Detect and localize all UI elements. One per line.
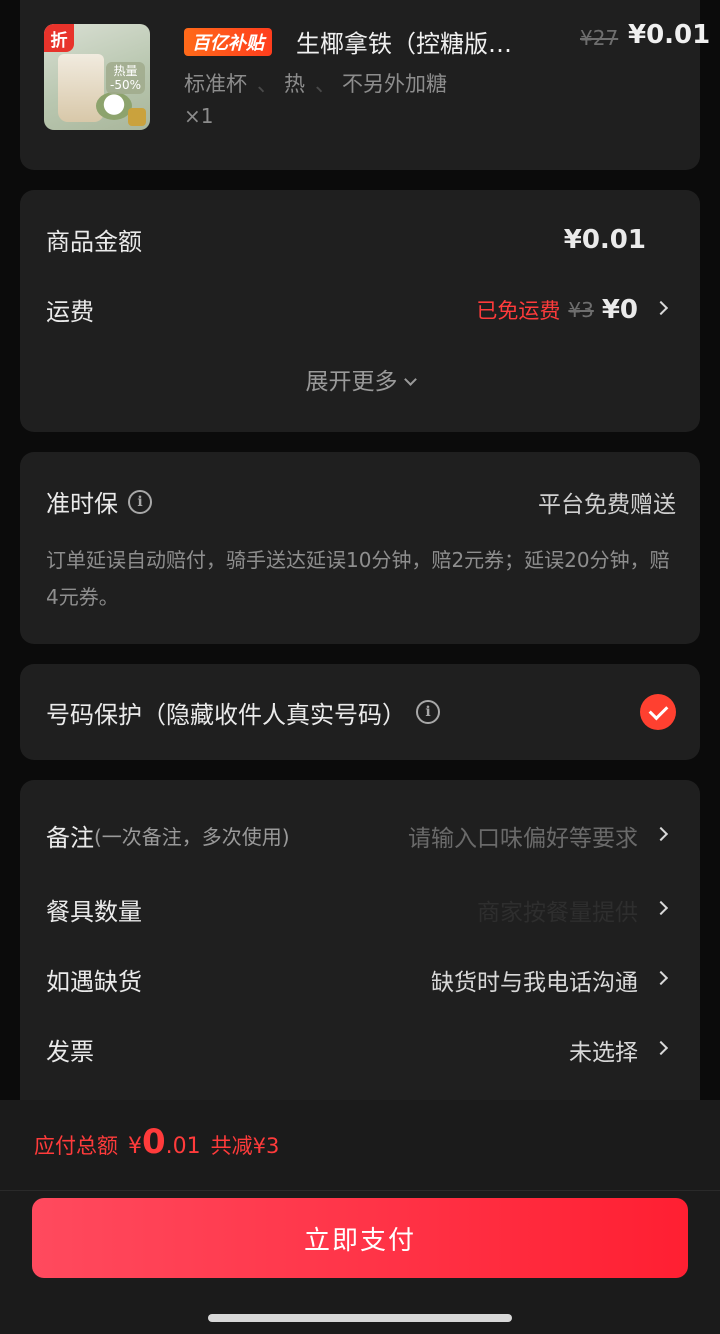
chevron-down-icon — [403, 373, 417, 386]
checkout-bar: 应付总额 ¥ 0 .01 共减¥3 立即支付 — [0, 1100, 720, 1334]
remark-row[interactable]: 备注 (一次备注，多次使用) 请输入口味偏好等要求 — [46, 818, 676, 853]
chevron-right-icon — [653, 900, 669, 915]
total-saved: 共减¥3 — [210, 1134, 280, 1158]
discount-tag: 折 — [44, 24, 74, 52]
ontime-header: 准时保 i 平台免费赠送 — [46, 484, 676, 519]
remark-input[interactable]: 请输入口味偏好等要求 — [408, 819, 638, 853]
total-decimal: .01 — [165, 1134, 201, 1159]
number-protection-label: 号码保护（隐藏收件人真实号码） — [46, 700, 406, 729]
product-name: 生椰拿铁（控糖版… — [296, 30, 512, 58]
info-icon[interactable]: i — [416, 700, 440, 724]
product-thumbnail[interactable]: 热量 -50% 折 — [44, 24, 150, 130]
goods-amount-value: ¥0.01 — [563, 224, 646, 255]
product-specs: 标准杯 热 不另外加糖 — [184, 68, 447, 98]
invoice-value: 未选择 — [569, 1039, 638, 1066]
shipping-original-fee: ¥3 — [568, 297, 594, 322]
total-label: 应付总额 — [34, 1134, 118, 1158]
total-integer: 0 — [142, 1122, 166, 1162]
product-price: ¥0.01 — [628, 20, 711, 50]
ontime-guarantee-card: 准时保 i 平台免费赠送 订单延误自动赔付，骑手送达延误10分钟，赔2元券；延误… — [20, 452, 700, 644]
pay-now-button[interactable]: 立即支付 — [32, 1198, 688, 1278]
goods-amount-label: 商品金额 — [46, 228, 142, 256]
remark-label: 备注 — [46, 824, 94, 852]
cutlery-value: 商家按餐量提供 — [477, 899, 638, 926]
cutlery-row[interactable]: 餐具数量 商家按餐量提供 — [46, 892, 676, 927]
shipping-label: 运费 — [46, 298, 94, 326]
total-amount: 应付总额 ¥ 0 .01 共减¥3 — [34, 1122, 279, 1162]
subsidy-tag: 百亿补贴 — [184, 28, 272, 56]
spec-item: 标准杯 — [184, 72, 247, 96]
home-indicator[interactable] — [208, 1314, 512, 1322]
info-icon[interactable]: i — [128, 489, 152, 514]
order-confirm-page: 热量 -50% 折 百亿补贴 生椰拿铁（控糖版… ¥27 ¥0.01 标准杯 热… — [0, 0, 720, 1334]
stockout-row[interactable]: 如遇缺货 缺货时与我电话沟通 — [46, 962, 676, 997]
stockout-value: 缺货时与我电话沟通 — [431, 969, 638, 996]
total-currency: ¥ — [128, 1134, 142, 1159]
chevron-right-icon — [653, 1040, 669, 1055]
coconut-image — [96, 92, 132, 120]
spec-item: 热 — [257, 68, 305, 98]
stockout-label: 如遇缺货 — [46, 968, 142, 996]
shipping-row[interactable]: 运费 已免运费 ¥3 ¥0 — [46, 292, 676, 327]
options-card: 备注 (一次备注，多次使用) 请输入口味偏好等要求 餐具数量 商家按餐量提供 如… — [20, 780, 700, 1120]
calorie-badge: 热量 -50% — [106, 62, 146, 94]
chevron-right-icon — [653, 826, 669, 841]
product-original-price: ¥27 — [580, 26, 619, 50]
product-quantity: ×1 — [184, 104, 214, 128]
divider — [0, 1190, 720, 1191]
shipping-free-text: 已免运费 — [476, 298, 561, 323]
chevron-right-icon — [653, 970, 669, 985]
cutlery-label: 餐具数量 — [46, 898, 142, 926]
invoice-row[interactable]: 发票 未选择 — [46, 1032, 676, 1067]
ontime-free-gift: 平台免费赠送 — [538, 491, 676, 518]
number-protection-row: 号码保护（隐藏收件人真实号码） i — [46, 694, 676, 730]
brand-mark-icon — [128, 108, 146, 126]
invoice-label: 发票 — [46, 1038, 94, 1066]
expand-more-label: 展开更多 — [305, 369, 398, 395]
goods-amount-row: 商品金额 ¥0.01 — [46, 222, 676, 257]
chevron-right-icon — [653, 300, 669, 315]
expand-more-button[interactable]: 展开更多 — [0, 362, 720, 396]
shipping-fee-value: ¥0 — [601, 294, 638, 325]
checkbox-checked-icon[interactable] — [640, 694, 676, 730]
ontime-title: 准时保 — [46, 490, 118, 518]
ontime-description: 订单延误自动赔付，骑手送达延误10分钟，赔2元券；延误20分钟，赔4元券。 — [46, 548, 670, 609]
product-card[interactable]: 热量 -50% 折 百亿补贴 生椰拿铁（控糖版… ¥27 ¥0.01 标准杯 热… — [20, 0, 710, 170]
number-protection-card[interactable]: 号码保护（隐藏收件人真实号码） i — [20, 664, 700, 760]
remark-sublabel: (一次备注，多次使用) — [94, 825, 290, 849]
spec-item: 不另外加糖 — [315, 68, 447, 98]
